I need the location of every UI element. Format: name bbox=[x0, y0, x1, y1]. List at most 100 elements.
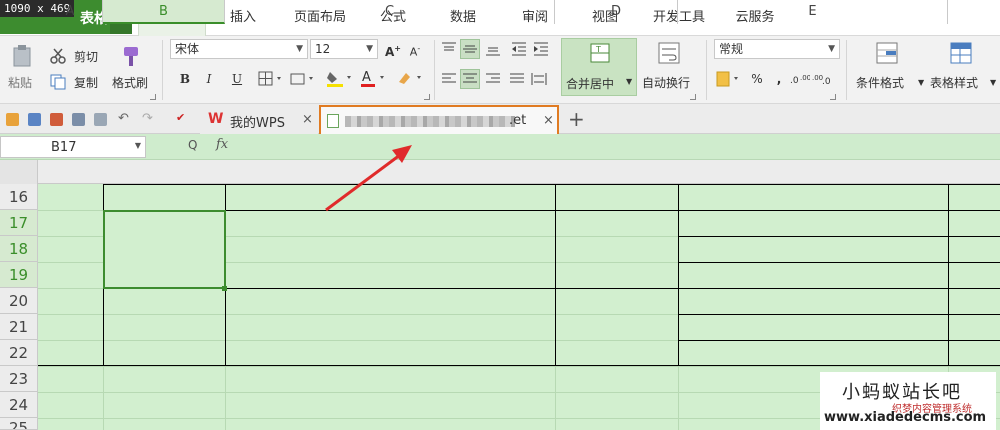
font-name-select[interactable]: 宋体 ▼ bbox=[170, 39, 308, 59]
chevron-down-icon: ▼ bbox=[626, 77, 633, 86]
bold-button[interactable]: B bbox=[176, 70, 194, 88]
wrap-text-button[interactable]: 自动换行 bbox=[642, 74, 690, 91]
percent-button[interactable]: % bbox=[748, 70, 766, 88]
decrease-indent-icon[interactable] bbox=[510, 40, 528, 61]
svg-text:T: T bbox=[595, 45, 601, 54]
column-header-bar bbox=[0, 160, 1000, 184]
row-header-18[interactable]: 18 bbox=[0, 236, 38, 262]
doc-tab-label: .et bbox=[509, 113, 527, 128]
close-icon[interactable]: × bbox=[543, 113, 554, 128]
paste-icon[interactable] bbox=[10, 44, 36, 68]
row-header-22[interactable]: 22 bbox=[0, 340, 38, 366]
row-header-21[interactable]: 21 bbox=[0, 314, 38, 340]
svg-text:.0: .0 bbox=[822, 77, 831, 86]
font-size-select[interactable]: 12 ▼ bbox=[310, 39, 378, 59]
new-tab-button[interactable]: + bbox=[568, 107, 585, 131]
zoom-icon[interactable]: Q bbox=[188, 138, 197, 152]
chevron-down-icon: ▼ bbox=[296, 44, 303, 54]
column-header-e[interactable]: E bbox=[678, 0, 948, 24]
conditional-format-button[interactable]: 条件格式 bbox=[856, 74, 904, 91]
increase-indent-icon[interactable] bbox=[532, 40, 550, 61]
number-format-select[interactable]: 常规 ▼ bbox=[714, 39, 840, 59]
column-header-b[interactable]: B bbox=[103, 0, 225, 24]
font-dialog-launcher[interactable] bbox=[424, 94, 430, 100]
print-icon[interactable] bbox=[72, 113, 85, 126]
clipboard-dialog-launcher[interactable] bbox=[150, 94, 156, 100]
customize-toolbar-icon[interactable]: ✔ bbox=[176, 111, 185, 124]
decrease-font-icon[interactable]: A- bbox=[406, 40, 424, 59]
conditional-format-icon[interactable] bbox=[876, 42, 898, 67]
table-style-icon[interactable] bbox=[950, 42, 972, 67]
fill-handle[interactable] bbox=[222, 286, 227, 291]
column-header-d[interactable]: D bbox=[555, 0, 678, 24]
ribbon-separator bbox=[434, 40, 435, 100]
merge-center-label: 合并居中 bbox=[566, 77, 615, 91]
alignment-dialog-launcher[interactable] bbox=[690, 94, 696, 100]
copy-button[interactable]: 复制 bbox=[74, 74, 98, 91]
merge-center-button[interactable]: T 合并居中 ▼ bbox=[561, 38, 637, 96]
selected-cell-b17[interactable] bbox=[103, 210, 226, 289]
borders-icon[interactable] bbox=[258, 71, 286, 90]
format-painter-button[interactable]: 格式刷 bbox=[112, 74, 148, 91]
row-header-23[interactable]: 23 bbox=[0, 366, 38, 392]
increase-font-icon[interactable]: A+ bbox=[384, 40, 402, 59]
wrap-text-icon[interactable] bbox=[658, 42, 680, 67]
copy-icon[interactable] bbox=[50, 74, 66, 93]
column-header-a[interactable]: A bbox=[38, 0, 103, 24]
align-center-icon[interactable] bbox=[460, 69, 480, 89]
column-header-f[interactable] bbox=[948, 0, 1000, 24]
number-format-value: 常规 bbox=[719, 42, 744, 56]
close-icon[interactable]: × bbox=[302, 112, 313, 127]
increase-decimal-icon[interactable]: .0.00 bbox=[790, 72, 811, 89]
name-box-value: B17 bbox=[51, 140, 77, 155]
svg-text:.00: .00 bbox=[800, 74, 810, 82]
row-header-25[interactable]: 25 bbox=[0, 418, 38, 430]
chevron-down-icon[interactable]: ▼ bbox=[918, 78, 924, 87]
decrease-decimal-icon[interactable]: .00.0 bbox=[812, 72, 832, 89]
row-header-16[interactable]: 16 bbox=[0, 184, 38, 210]
row-header-24[interactable]: 24 bbox=[0, 392, 38, 418]
cut-icon[interactable] bbox=[50, 48, 66, 67]
font-size-value: 12 bbox=[315, 42, 331, 56]
distributed-align-icon[interactable] bbox=[530, 70, 548, 91]
align-bottom-icon[interactable] bbox=[484, 40, 502, 61]
redo-icon[interactable]: ↷ bbox=[142, 111, 153, 126]
clear-format-icon[interactable] bbox=[396, 70, 426, 89]
ribbon-separator bbox=[846, 40, 847, 100]
select-all-corner[interactable] bbox=[0, 160, 38, 184]
ribbon-separator bbox=[706, 40, 707, 100]
justify-icon[interactable] bbox=[508, 70, 526, 91]
merge-cells-small-icon[interactable] bbox=[290, 71, 318, 90]
comma-style-button[interactable]: , bbox=[770, 70, 788, 88]
insert-function-icon[interactable]: fx bbox=[216, 137, 228, 152]
wps-logo-icon: W bbox=[208, 111, 224, 127]
align-left-icon[interactable] bbox=[440, 70, 458, 91]
column-header-c[interactable]: C bbox=[225, 0, 555, 24]
paste-button[interactable]: 粘贴 bbox=[8, 74, 32, 91]
cut-button[interactable]: 剪切 bbox=[74, 48, 98, 65]
format-painter-icon[interactable] bbox=[118, 44, 144, 71]
italic-button[interactable]: I bbox=[200, 70, 218, 88]
save-icon[interactable] bbox=[28, 113, 41, 126]
align-right-icon[interactable] bbox=[484, 70, 502, 91]
name-box[interactable]: B17 ▼ bbox=[0, 136, 146, 158]
row-header-17[interactable]: 17 bbox=[0, 210, 38, 236]
chevron-down-icon[interactable]: ▼ bbox=[990, 78, 996, 87]
align-top-icon[interactable] bbox=[440, 40, 458, 61]
currency-icon[interactable] bbox=[716, 70, 744, 91]
open-folder-icon[interactable] bbox=[6, 113, 19, 126]
spreadsheet-file-icon bbox=[327, 114, 339, 128]
undo-icon[interactable]: ↶ bbox=[118, 111, 129, 126]
doc-tab-label: 我的WPS bbox=[230, 116, 285, 131]
export-pdf-icon[interactable] bbox=[50, 113, 63, 126]
font-color-icon[interactable]: A bbox=[360, 68, 390, 91]
font-name-value: 宋体 bbox=[175, 42, 200, 56]
align-middle-icon[interactable] bbox=[460, 39, 480, 59]
row-header-19[interactable]: 19 bbox=[0, 262, 38, 288]
print-preview-icon[interactable] bbox=[94, 113, 107, 126]
row-header-20[interactable]: 20 bbox=[0, 288, 38, 314]
table-style-button[interactable]: 表格样式 bbox=[930, 74, 978, 91]
number-dialog-launcher[interactable] bbox=[830, 94, 836, 100]
fill-color-icon[interactable] bbox=[326, 68, 356, 91]
underline-button[interactable]: U bbox=[228, 70, 246, 88]
